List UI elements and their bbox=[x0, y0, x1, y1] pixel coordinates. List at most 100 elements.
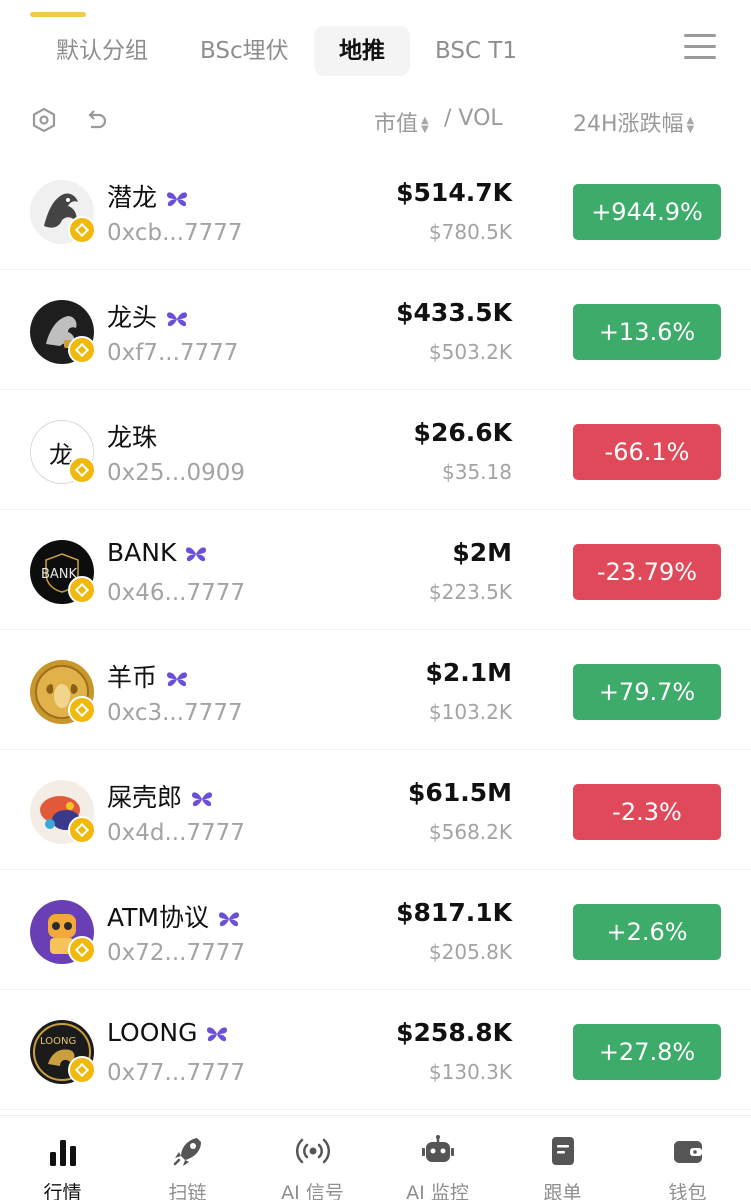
butterfly-icon bbox=[167, 192, 188, 207]
active-tab-indicator bbox=[30, 12, 86, 17]
token-row[interactable]: 龙头 0xf7...7777 $433.5K $503.2K +13.6% bbox=[0, 270, 751, 390]
token-name: 屎壳郎 bbox=[107, 778, 214, 814]
token-volume: $503.2K bbox=[428, 340, 512, 364]
hexagon-settings-icon[interactable] bbox=[30, 106, 58, 134]
token-volume: $35.18 bbox=[442, 460, 512, 484]
sort-header: 市值 ▲ ▼ / VOL 24H涨跌幅 ▲ ▼ bbox=[0, 96, 751, 146]
butterfly-icon bbox=[167, 672, 188, 687]
token-row[interactable]: 龙 龙珠 0x25...0909 $26.6K $35.18 -66.1% bbox=[0, 390, 751, 510]
undo-icon[interactable] bbox=[82, 106, 110, 134]
bar-chart-icon bbox=[50, 1140, 76, 1166]
token-market-cap: $433.5K bbox=[396, 298, 512, 327]
nav-ai-monitor-label: AI 监控 bbox=[406, 1182, 469, 1200]
tab-bsc-ambush[interactable]: BSc埋伏 bbox=[200, 26, 289, 76]
token-volume: $130.3K bbox=[428, 1060, 512, 1084]
signal-broadcast-icon bbox=[296, 1138, 330, 1164]
sort-market-cap-label: 市值 bbox=[374, 112, 419, 137]
wallet-icon bbox=[674, 1141, 702, 1163]
token-row[interactable]: BANK BANK 0x46...7777 $2M $223.5K -23.79… bbox=[0, 510, 751, 630]
tab-bsc-t1[interactable]: BSC T1 bbox=[435, 26, 517, 76]
nav-ai-signal-label: AI 信号 bbox=[281, 1182, 344, 1200]
token-address: 0xcb...7777 bbox=[107, 220, 243, 246]
nav-wallet[interactable]: 钱包 bbox=[625, 1116, 750, 1200]
token-change-badge: +2.6% bbox=[573, 904, 721, 960]
token-name-text: BANK bbox=[107, 538, 177, 567]
nav-copy-trade-label: 跟单 bbox=[543, 1182, 582, 1200]
tab-default-group[interactable]: 默认分组 bbox=[56, 26, 148, 76]
sort-caret-icon: ▲ ▼ bbox=[421, 115, 429, 135]
sort-market-cap[interactable]: 市值 ▲ ▼ bbox=[374, 106, 429, 138]
butterfly-icon bbox=[186, 547, 207, 562]
token-address: 0xc3...7777 bbox=[107, 700, 243, 726]
bnb-chain-icon bbox=[68, 456, 96, 484]
token-name: ATM协议 bbox=[107, 898, 241, 934]
token-name: BANK bbox=[107, 538, 208, 567]
token-name-text: 屎壳郎 bbox=[107, 783, 183, 812]
butterfly-icon bbox=[207, 1027, 228, 1042]
bnb-chain-icon bbox=[68, 816, 96, 844]
token-change-badge: -2.3% bbox=[573, 784, 721, 840]
nav-wallet-label: 钱包 bbox=[668, 1182, 707, 1200]
bnb-chain-icon bbox=[68, 216, 96, 244]
token-change-badge: +944.9% bbox=[573, 184, 721, 240]
butterfly-icon bbox=[219, 912, 240, 927]
token-name-text: 潜龙 bbox=[107, 183, 158, 212]
nav-scan-chain-label: 扫链 bbox=[168, 1182, 207, 1200]
token-change-badge: -23.79% bbox=[573, 544, 721, 600]
rocket-icon bbox=[173, 1138, 201, 1166]
menu-icon[interactable] bbox=[684, 34, 716, 62]
token-row[interactable]: 屎壳郎 0x4d...7777 $61.5M $568.2K -2.3% bbox=[0, 750, 751, 870]
token-volume: $205.8K bbox=[428, 940, 512, 964]
nav-ai-monitor[interactable]: AI 监控 bbox=[375, 1116, 500, 1200]
token-change-badge: -66.1% bbox=[573, 424, 721, 480]
token-row[interactable]: 潜龙 0xcb...7777 $514.7K $780.5K +944.9% bbox=[0, 150, 751, 270]
token-volume: $780.5K bbox=[428, 220, 512, 244]
token-name-text: 龙头 bbox=[107, 303, 158, 332]
sort-vol-label: / VOL bbox=[444, 106, 503, 131]
sort-caret-icon: ▲ ▼ bbox=[686, 115, 695, 135]
token-volume: $223.5K bbox=[428, 580, 512, 604]
bottom-nav: 行情 扫链 AI 信号 AI 监控 跟单 钱包 bbox=[0, 1115, 751, 1200]
token-name-text: ATM协议 bbox=[107, 903, 210, 932]
document-icon bbox=[552, 1137, 574, 1165]
token-volume: $103.2K bbox=[428, 700, 512, 724]
tab-ground-push[interactable]: 地推 bbox=[314, 26, 410, 76]
sort-24h-change-label: 24H涨跌幅 bbox=[573, 112, 684, 137]
token-address: 0x46...7777 bbox=[107, 580, 245, 606]
token-name: 潜龙 bbox=[107, 178, 189, 214]
token-market-cap: $258.8K bbox=[396, 1018, 512, 1047]
token-market-cap: $2.1M bbox=[425, 658, 512, 687]
token-address: 0x77...7777 bbox=[107, 1060, 245, 1086]
token-name: 羊币 bbox=[107, 658, 189, 694]
token-row[interactable]: 羊币 0xc3...7777 $2.1M $103.2K +79.7% bbox=[0, 630, 751, 750]
token-name-text: LOONG bbox=[107, 1018, 198, 1047]
token-market-cap: $817.1K bbox=[396, 898, 512, 927]
token-address: 0x25...0909 bbox=[107, 460, 245, 486]
token-row[interactable]: ATM协议 0x72...7777 $817.1K $205.8K +2.6% bbox=[0, 870, 751, 990]
butterfly-icon bbox=[167, 312, 188, 327]
nav-copy-trade[interactable]: 跟单 bbox=[500, 1116, 625, 1200]
token-market-cap: $61.5M bbox=[408, 778, 512, 807]
token-market-cap: $26.6K bbox=[413, 418, 512, 447]
token-market-cap: $2M bbox=[452, 538, 512, 567]
butterfly-icon bbox=[192, 792, 213, 807]
nav-market[interactable]: 行情 bbox=[0, 1116, 125, 1200]
market-page: 默认分组 BSc埋伏 地推 BSC T1 市值 ▲ ▼ / VOL 24H涨跌幅 ▲ ▼ bbox=[0, 0, 751, 1200]
token-list: 潜龙 0xcb...7777 $514.7K $780.5K +944.9% 龙… bbox=[0, 150, 751, 1110]
nav-ai-signal[interactable]: AI 信号 bbox=[250, 1116, 375, 1200]
bnb-chain-icon bbox=[68, 696, 96, 724]
sort-24h-change[interactable]: 24H涨跌幅 ▲ ▼ bbox=[573, 106, 694, 138]
bnb-chain-icon bbox=[68, 1056, 96, 1084]
token-market-cap: $514.7K bbox=[396, 178, 512, 207]
token-row[interactable]: LOONG LOONG 0x77...7777 $258.8K $130.3K … bbox=[0, 990, 751, 1110]
token-name-text: 龙珠 bbox=[107, 423, 158, 452]
token-name-text: 羊币 bbox=[107, 663, 158, 692]
bnb-chain-icon bbox=[68, 936, 96, 964]
token-address: 0x72...7777 bbox=[107, 940, 245, 966]
nav-scan-chain[interactable]: 扫链 bbox=[125, 1116, 250, 1200]
token-change-badge: +79.7% bbox=[573, 664, 721, 720]
bnb-chain-icon bbox=[68, 336, 96, 364]
token-name: 龙头 bbox=[107, 298, 189, 334]
avatar-glyph: LOONG bbox=[40, 1036, 76, 1047]
token-volume: $568.2K bbox=[428, 820, 512, 844]
